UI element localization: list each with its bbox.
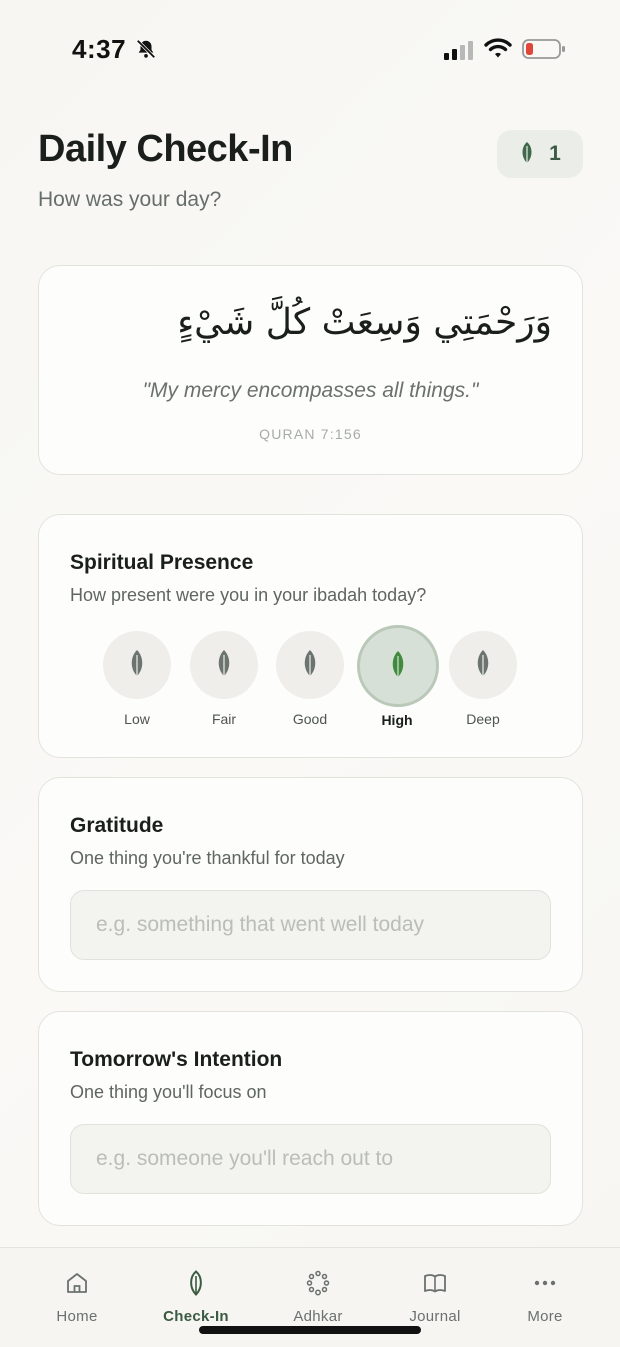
level-label: Deep bbox=[466, 711, 500, 727]
gratitude-title: Gratitude bbox=[70, 814, 164, 837]
leaf-icon bbox=[392, 651, 404, 681]
presence-level-selector: Low Fair Good High Deep bbox=[39, 625, 582, 735]
leaf-icon bbox=[190, 1270, 202, 1296]
intention-input[interactable] bbox=[70, 1124, 551, 1194]
leaf-icon bbox=[218, 650, 230, 680]
wifi-icon bbox=[484, 38, 512, 58]
leaf-icon bbox=[131, 650, 143, 680]
tab-check-in[interactable]: Check-In bbox=[141, 1270, 251, 1325]
tab-label: Adhkar bbox=[293, 1308, 343, 1325]
cellular-signal-icon bbox=[444, 41, 473, 60]
presence-title: Spiritual Presence bbox=[70, 551, 254, 574]
spiritual-presence-card: Spiritual Presence How present were you … bbox=[38, 514, 583, 758]
streak-badge[interactable]: 1 bbox=[497, 130, 583, 178]
prayer-beads-icon bbox=[306, 1270, 330, 1296]
page-title: Daily Check-In bbox=[38, 128, 293, 170]
bell-muted-icon bbox=[136, 39, 156, 59]
gratitude-subtitle: One thing you're thankful for today bbox=[70, 848, 345, 868]
tab-journal[interactable]: Journal bbox=[380, 1270, 490, 1325]
level-label: High bbox=[381, 712, 413, 728]
presence-level-fair[interactable]: Fair bbox=[184, 625, 264, 727]
presence-level-low[interactable]: Low bbox=[97, 625, 177, 727]
level-circle bbox=[357, 625, 439, 707]
book-icon bbox=[424, 1274, 446, 1293]
tab-label: Journal bbox=[409, 1308, 461, 1325]
battery-icon bbox=[522, 39, 565, 59]
leaf-icon bbox=[477, 650, 489, 680]
level-circle bbox=[449, 631, 517, 699]
level-label: Low bbox=[124, 711, 150, 727]
tab-label: Home bbox=[56, 1308, 98, 1325]
status-bar: 4:37 bbox=[0, 0, 620, 100]
more-icon bbox=[534, 1280, 556, 1286]
tab-label: Check-In bbox=[163, 1308, 229, 1325]
page-subtitle: How was your day? bbox=[38, 188, 222, 211]
tab-adhkar[interactable]: Adhkar bbox=[263, 1270, 373, 1325]
level-circle bbox=[276, 631, 344, 699]
level-label: Good bbox=[292, 711, 328, 727]
verse-arabic: وَرَحْمَتِي وَسِعَتْ كُلَّ شَيْءٍ bbox=[177, 302, 552, 343]
home-indicator bbox=[199, 1326, 421, 1334]
level-circle bbox=[103, 631, 171, 699]
level-circle bbox=[190, 631, 258, 699]
gratitude-card: Gratitude One thing you're thankful for … bbox=[38, 777, 583, 992]
tab-more[interactable]: More bbox=[490, 1270, 600, 1325]
home-icon bbox=[67, 1273, 87, 1293]
intention-card: Tomorrow's Intention One thing you'll fo… bbox=[38, 1011, 583, 1226]
verse-translation: "My mercy encompasses all things." bbox=[142, 379, 479, 402]
presence-level-good[interactable]: Good bbox=[270, 625, 350, 727]
intention-title: Tomorrow's Intention bbox=[70, 1048, 283, 1071]
verse-reference: QURAN 7:156 bbox=[259, 426, 362, 442]
leaf-icon bbox=[304, 650, 316, 680]
gratitude-input[interactable] bbox=[70, 890, 551, 960]
status-time: 4:37 bbox=[72, 34, 127, 64]
level-label: Fair bbox=[211, 711, 237, 727]
leaf-icon bbox=[522, 142, 532, 166]
presence-level-deep[interactable]: Deep bbox=[443, 625, 523, 727]
verse-card: وَرَحْمَتِي وَسِعَتْ كُلَّ شَيْءٍ "My me… bbox=[38, 265, 583, 475]
tab-home[interactable]: Home bbox=[22, 1270, 132, 1325]
presence-subtitle: How present were you in your ibadah toda… bbox=[70, 585, 427, 605]
tab-label: More bbox=[527, 1308, 563, 1325]
streak-count: 1 bbox=[549, 142, 561, 165]
presence-level-high[interactable]: High bbox=[357, 625, 439, 728]
intention-subtitle: One thing you'll focus on bbox=[70, 1082, 267, 1102]
